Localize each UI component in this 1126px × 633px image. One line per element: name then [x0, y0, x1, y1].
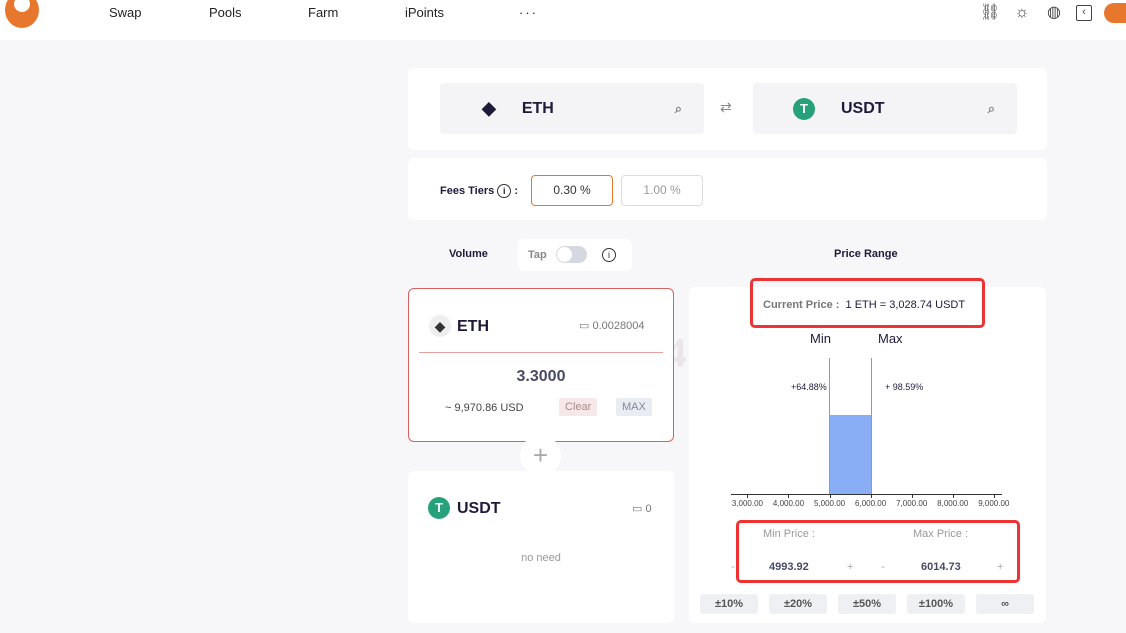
usdt-input-card: T USDT ▭ 0 no need	[408, 471, 674, 623]
eth-icon: ◆	[429, 315, 451, 337]
balance-value: 0	[645, 503, 652, 515]
eth-icon: ◆	[482, 98, 496, 118]
sun-icon[interactable]: ☼	[1012, 3, 1032, 23]
x-tick-label: 7,000.00	[896, 499, 928, 508]
x-tick-label: 3,000.00	[731, 499, 763, 508]
x-tick-label: 5,000.00	[813, 499, 846, 508]
min-decrease-button[interactable]: -	[731, 561, 735, 573]
top-nav: Swap Pools Farm iPoints ··· ⛓ ☼ ◍ ‹	[0, 0, 1126, 40]
volume-label: Volume	[449, 248, 488, 260]
min-increase-button[interactable]: +	[847, 561, 853, 573]
min-percent: +64.88%	[791, 382, 827, 392]
preset-50[interactable]: ±50%	[838, 594, 896, 614]
tap-toggle[interactable]	[556, 246, 587, 263]
max-decrease-button[interactable]: -	[881, 561, 885, 573]
amount-input[interactable]: 3.3000	[409, 368, 673, 386]
unlink-icon[interactable]: ⛓	[980, 3, 1000, 23]
to-token-select[interactable]: T USDT ⌕	[753, 83, 1017, 134]
wallet-balance: ▭ 0	[632, 503, 652, 515]
min-handle	[829, 358, 831, 494]
info-icon[interactable]: i	[497, 184, 512, 198]
x-tick-label: 6,000.00	[855, 499, 887, 508]
token-label: ETH	[457, 318, 489, 335]
divider	[419, 352, 663, 353]
nav-swap[interactable]: Swap	[109, 5, 142, 20]
wallet-balance: ▭ 0.0028004	[579, 320, 645, 332]
to-token-label: USDT	[841, 99, 885, 117]
price-range-label: Price Range	[834, 248, 898, 260]
fee-option-0-30[interactable]: 0.30 %	[531, 175, 613, 206]
max-label: Max	[878, 331, 903, 346]
from-token-label: ETH	[521, 99, 554, 117]
balance-value: 0.0028004	[592, 320, 645, 332]
swap-direction-icon[interactable]: ⇄	[720, 99, 732, 116]
globe-icon[interactable]: ◍	[1044, 3, 1064, 23]
max-price-label: Max Price :	[913, 528, 969, 540]
min-label: Min	[810, 331, 831, 346]
tap-label: Tap	[528, 249, 547, 261]
search-icon[interactable]: ⌕	[988, 101, 995, 117]
min-price-label: Min Price :	[763, 528, 815, 540]
x-tick-label: 4,000.00	[772, 499, 805, 508]
nav-pools[interactable]: Pools	[209, 5, 242, 20]
x-tick	[952, 494, 954, 498]
x-tick-label: 9,000.00	[978, 499, 1010, 508]
preset-100[interactable]: ±100%	[907, 594, 965, 614]
max-button[interactable]: MAX	[616, 398, 652, 416]
no-need-text: no need	[521, 552, 561, 564]
account-icon[interactable]	[1104, 3, 1126, 23]
usd-value: ~ 9,970.86 USD	[445, 402, 524, 414]
range-bar	[829, 415, 872, 494]
usdt-icon: T	[793, 97, 815, 120]
max-handle	[871, 358, 873, 494]
x-tick-label: 8,000.00	[937, 499, 969, 508]
x-tick	[870, 494, 872, 498]
x-tick	[993, 494, 995, 498]
nav-ipoints[interactable]: iPoints	[405, 5, 444, 20]
x-axis	[731, 494, 1002, 495]
info-icon[interactable]: i	[602, 248, 616, 262]
max-increase-button[interactable]: +	[997, 561, 1003, 573]
min-price-input[interactable]: 4993.92	[769, 561, 809, 573]
x-tick	[788, 494, 790, 498]
x-tick	[747, 494, 749, 498]
current-price: Current Price : 1 ETH = 3,028.74 USDT	[763, 299, 966, 311]
fees-label: Fees Tiers i :	[440, 184, 519, 198]
from-token-select[interactable]: ◆ ETH ⌕	[440, 83, 704, 134]
preset-20[interactable]: ±20%	[769, 594, 827, 614]
clear-button[interactable]: Clear	[559, 398, 598, 416]
token-label: USDT	[457, 500, 501, 517]
plus-icon: +	[520, 435, 561, 476]
preset-10[interactable]: ±10%	[700, 594, 758, 614]
max-price-input[interactable]: 6014.73	[921, 561, 961, 573]
logo[interactable]	[5, 0, 39, 28]
tap-toggle-group: Tap i	[518, 239, 632, 271]
max-percent: + 98.59%	[885, 382, 924, 392]
fee-option-1-00[interactable]: 1.00 %	[621, 175, 703, 206]
collapse-panel-icon[interactable]: ‹	[1076, 5, 1092, 21]
preset-infinite[interactable]: ∞	[976, 594, 1034, 614]
usdt-icon: T	[428, 497, 450, 519]
x-tick	[911, 494, 913, 498]
nav-farm[interactable]: Farm	[308, 5, 338, 20]
search-icon[interactable]: ⌕	[675, 101, 682, 117]
eth-input-card: ◆ ETH ▭ 0.0028004 3.3000 ~ 9,970.86 USD …	[408, 288, 674, 442]
x-tick	[829, 494, 831, 498]
nav-more[interactable]: ···	[519, 5, 538, 20]
